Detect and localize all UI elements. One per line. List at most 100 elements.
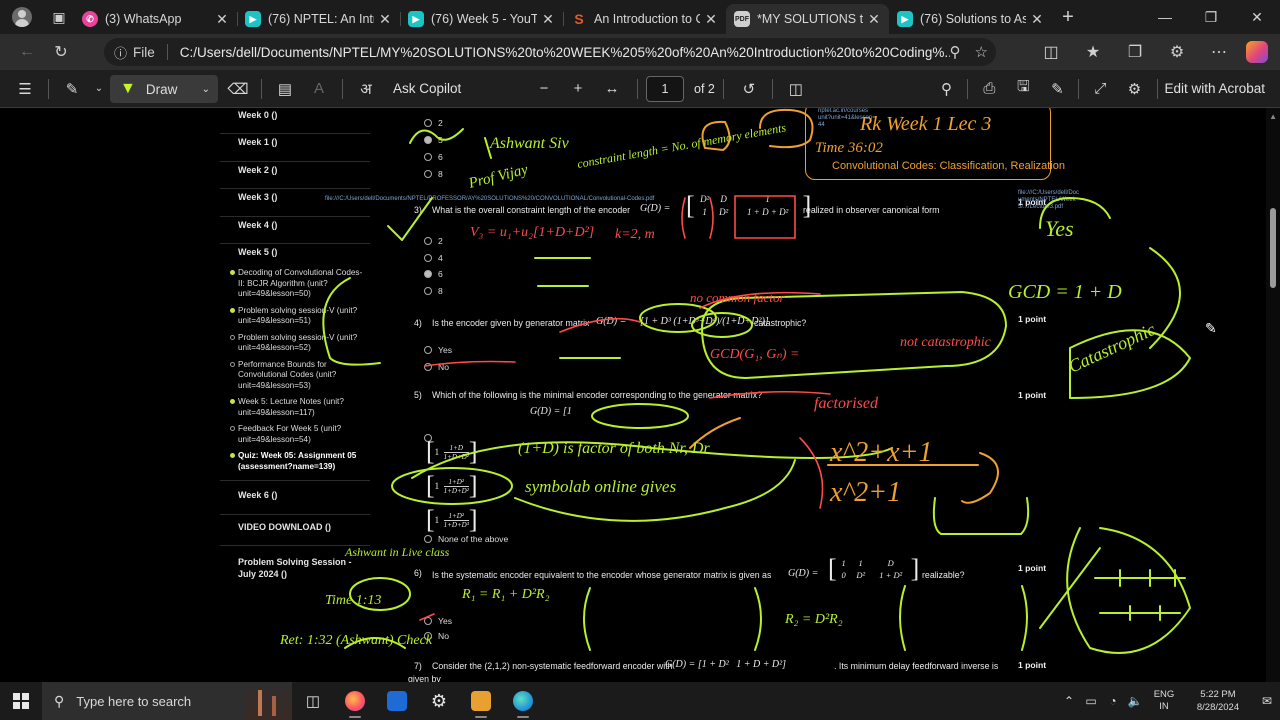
sidebar-sub-item: Decoding of Convolutional Codes-II: BCJR… (220, 266, 370, 304)
favorite-star-icon[interactable]: ☆ (975, 43, 988, 61)
taskbar-settings[interactable]: ⚙ (418, 682, 460, 720)
radio-icon (424, 153, 432, 161)
wifi-icon[interactable]: ◔ (1102, 694, 1124, 708)
close-icon[interactable]: ✕ (215, 11, 229, 28)
q3-text-after: realized in observer canonical form (803, 205, 940, 215)
extensions-icon[interactable]: ⚙ (1156, 34, 1198, 70)
close-icon[interactable]: ✕ (704, 11, 718, 28)
link-snippet: file:///C:/Users/dell/Doc uments/NPTEL/We… (1018, 190, 1080, 210)
page-view-icon[interactable]: ◫ (779, 70, 813, 108)
taskbar-file-explorer[interactable] (376, 682, 418, 720)
task-view-button[interactable]: ◫ (292, 682, 334, 720)
collections-icon[interactable]: ❐ (1114, 34, 1156, 70)
text-box-icon[interactable]: ▤ (268, 70, 302, 108)
eraser-icon[interactable]: ⌫ (221, 70, 255, 108)
notification-icon[interactable]: ✉ (1254, 694, 1280, 708)
pen-cursor-icon: ✎ (1205, 320, 1217, 336)
print-icon[interactable]: ⎙ (972, 70, 1006, 108)
new-tab-button[interactable]: + (1052, 6, 1084, 29)
settings-gear-icon[interactable]: ⚙ (1117, 70, 1151, 108)
vertical-scrollbar[interactable]: ▲ (1266, 108, 1280, 682)
pdf-viewer[interactable]: Week 0 () Week 1 () Week 2 () Week 3 () … (0, 108, 1280, 682)
zoom-out-icon[interactable]: − (527, 70, 561, 108)
pdf-toolbar: ☰ ✎ ⌄ ▼ Draw ⌄ ⌫ ▤ A अ Ask Copilot − + ↔… (0, 70, 1280, 108)
page-number: 1 (661, 81, 669, 96)
volume-icon[interactable]: 🔈 (1124, 694, 1146, 708)
q4-option-label: Yes (438, 345, 453, 355)
save-as-icon[interactable]: ✎ (1040, 70, 1074, 108)
split-screen-icon[interactable]: ◫ (1030, 34, 1072, 70)
tab-nptel[interactable]: ▶ (76) NPTEL: An Introdu ✕ (237, 4, 400, 34)
sidebar-sub-label: Decoding of Convolutional Codes-II: BCJR… (238, 268, 363, 298)
highlight-icon[interactable]: ✎ (55, 70, 89, 108)
chevron-up-icon[interactable]: ⌃ (1058, 694, 1080, 708)
scroll-up-icon[interactable]: ▲ (1269, 112, 1277, 121)
tab-my-solutions[interactable]: PDF *MY SOLUTIONS to W ✕ (726, 4, 889, 34)
ink-stroke (1094, 569, 1186, 587)
url-field[interactable]: ⓘ File C:/Users/dell/Documents/NPTEL/MY%… (104, 38, 996, 66)
draw-button[interactable]: ▼ Draw ⌄ (110, 75, 218, 103)
clock[interactable]: 5:22 PM 8/28/2024 (1182, 688, 1254, 714)
minimize-icon[interactable]: — (1142, 0, 1188, 34)
search-icon[interactable]: ⚲ (929, 70, 963, 108)
tab-actions-icon[interactable]: ▣ (44, 0, 74, 34)
sidebar-item-video-download: VIDEO DOWNLOAD () (220, 519, 370, 546)
fullscreen-icon[interactable]: ⤢ (1083, 70, 1117, 108)
read-aloud-icon[interactable]: A (302, 70, 336, 108)
scrollbar-thumb[interactable] (1270, 208, 1276, 288)
page-number-input[interactable]: 1 (646, 75, 684, 102)
q7-points: 1 point (1018, 660, 1047, 670)
url-text[interactable]: C:/Users/dell/Documents/NPTEL/MY%20SOLUT… (180, 45, 950, 60)
save-icon[interactable]: 🖫 (1006, 70, 1040, 108)
q7-math-g: G(D) = (665, 659, 696, 670)
more-menu-icon[interactable]: ⋯ (1198, 34, 1240, 70)
avatar (12, 7, 32, 27)
taskbar-word[interactable] (460, 682, 502, 720)
fit-page-icon[interactable]: ↔ (595, 70, 629, 108)
close-icon[interactable]: ✕ (378, 11, 392, 28)
favorites-icon[interactable]: ★ (1072, 34, 1114, 70)
tab-whatsapp[interactable]: ✆ (3) WhatsApp ✕ (74, 4, 237, 34)
sidebar-sub-item: Problem solving session-V (unit?unit=49&… (220, 304, 370, 331)
close-icon[interactable]: ✕ (1030, 11, 1044, 28)
zoom-icon[interactable]: ⚲ (950, 43, 961, 61)
battery-icon[interactable]: ▭ (1080, 694, 1102, 708)
info-icon[interactable]: ⓘ (114, 43, 127, 62)
copilot-icon[interactable] (1246, 41, 1268, 63)
status-dot (230, 334, 235, 340)
radio-icon (424, 632, 432, 640)
taskbar-search[interactable]: ⚲ Type here to search (42, 682, 292, 720)
chevron-down-icon[interactable]: ⌄ (89, 70, 109, 108)
q6-option: No (424, 631, 449, 641)
tab-solutions[interactable]: ▶ (76) Solutions to Ass ✕ (889, 4, 1052, 34)
url-divider (166, 44, 168, 60)
window-close-icon[interactable]: ✕ (1234, 0, 1280, 34)
start-button[interactable] (0, 682, 42, 720)
radio-icon (424, 363, 432, 371)
file-explorer-icon (387, 691, 407, 711)
ask-copilot-button[interactable]: Ask Copilot (393, 81, 513, 96)
q3-option-label: 8 (438, 286, 443, 296)
q4-option: No (424, 362, 449, 372)
tab-week5[interactable]: ▶ (76) Week 5 - YouTub ✕ (400, 4, 563, 34)
clock-time: 5:22 PM (1200, 689, 1236, 700)
close-icon[interactable]: ✕ (541, 11, 555, 28)
maximize-icon[interactable]: ❐ (1188, 0, 1234, 34)
language-indicator[interactable]: ENG IN (1146, 689, 1182, 713)
taskbar-edge[interactable] (502, 682, 544, 720)
whatsapp-icon: ✆ (82, 11, 98, 27)
toolbar-divider (1157, 78, 1159, 99)
close-icon[interactable]: ✕ (867, 11, 881, 28)
rotate-icon[interactable]: ↺ (732, 70, 766, 108)
tab-scribd[interactable]: S An Introduction to Co ✕ (563, 4, 726, 34)
back-arrow-icon[interactable]: ← (10, 34, 44, 70)
translate-icon[interactable]: अ (349, 70, 383, 108)
contents-list-icon[interactable]: ☰ (8, 70, 42, 108)
edit-with-acrobat-button[interactable]: Edit with Acrobat (1164, 81, 1265, 96)
zoom-in-icon[interactable]: + (561, 70, 595, 108)
q3-text: What is the overall constraint length of… (432, 205, 631, 215)
taskbar-firefox[interactable] (334, 682, 376, 720)
refresh-icon[interactable]: ↻ (44, 34, 78, 70)
q6-text-after: realizable? (922, 570, 965, 580)
profile-button[interactable] (0, 0, 44, 34)
